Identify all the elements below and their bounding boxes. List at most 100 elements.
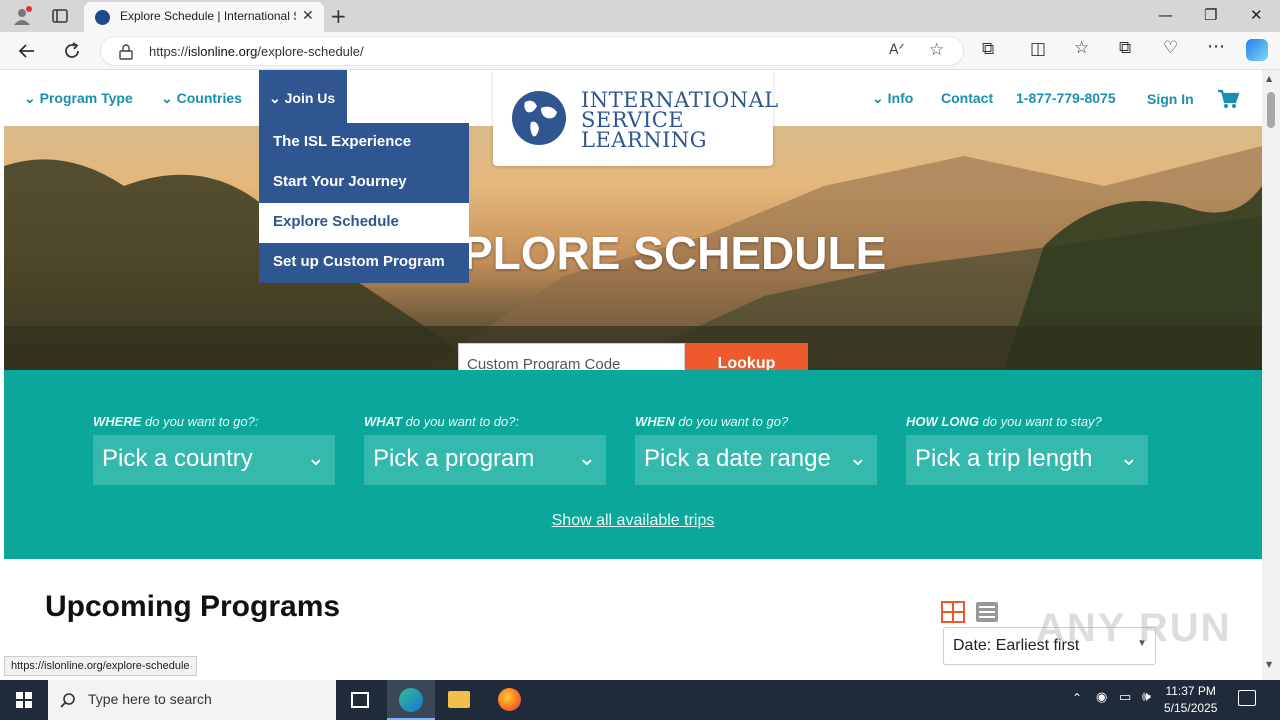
minimize-icon[interactable]: — — [1158, 6, 1173, 24]
close-window-icon[interactable]: ✕ — [1250, 6, 1263, 24]
lock-icon[interactable] — [119, 44, 133, 60]
tab-title: Explore Schedule | International S — [120, 9, 296, 23]
nav-info[interactable]: ⌄ Info — [872, 90, 913, 107]
more-menu-icon[interactable]: ⋯ — [1207, 36, 1225, 57]
extensions-icon[interactable]: ⧉ — [982, 39, 994, 59]
nav-countries[interactable]: ⌄ Countries — [161, 90, 242, 107]
when-label: WHEN do you want to go? — [635, 414, 788, 429]
globe-logo-icon — [512, 91, 566, 145]
nav-program-type[interactable]: ⌄ Program Type — [24, 90, 133, 107]
date-range-select[interactable]: Pick a date range ⌄ — [635, 435, 877, 485]
firefox-icon[interactable] — [485, 680, 533, 720]
chevron-down-icon: ⌄ — [306, 445, 325, 470]
taskbar-clock[interactable]: 11:37 PM 5/15/2025 — [1164, 683, 1217, 717]
taskbar-search-placeholder: Type here to search — [88, 691, 212, 707]
hero-title: PLORE SCHEDULE — [462, 227, 887, 279]
chevron-down-icon: ⌄ — [269, 90, 285, 106]
performance-icon[interactable]: ♡ — [1163, 38, 1178, 58]
browser-tab-active[interactable]: Explore Schedule | International S ✕ — [84, 2, 324, 32]
what-label-bold: WHAT — [364, 414, 403, 429]
dropdown-item-start-journey[interactable]: Start Your Journey — [259, 163, 469, 203]
scrollbar-thumb[interactable] — [1267, 92, 1275, 128]
logo-line-3: LEARNING — [581, 128, 708, 152]
file-explorer-icon[interactable] — [435, 680, 483, 720]
trip-length-select-value: Pick a trip length — [915, 445, 1093, 472]
url-prefix: https:// — [149, 44, 189, 59]
how-long-label-rest: do you want to stay? — [978, 414, 1102, 429]
country-select[interactable]: Pick a country ⌄ — [93, 435, 335, 485]
network-icon[interactable]: ▭ — [1119, 690, 1131, 705]
new-tab-icon[interactable]: + — [330, 4, 347, 28]
task-view-icon[interactable] — [336, 680, 384, 720]
tab-close-icon[interactable]: ✕ — [302, 8, 314, 24]
address-bar-row: https://islonline.org/explore-schedule/ … — [0, 32, 1280, 70]
notifications-icon[interactable] — [1238, 690, 1256, 706]
tab-actions-icon[interactable] — [52, 8, 68, 24]
site-favicon-icon — [95, 10, 110, 25]
tray-overflow-icon[interactable]: ⌃ — [1072, 691, 1082, 705]
scroll-down-icon[interactable]: ▼ — [1266, 660, 1272, 669]
what-label: WHAT do you want to do?: — [364, 414, 519, 429]
clock-time: 11:37 PM — [1165, 684, 1216, 698]
dropdown-item-explore-schedule[interactable]: Explore Schedule — [259, 203, 469, 243]
show-all-trips-link[interactable]: Show all available trips — [4, 512, 1262, 530]
how-long-label: HOW LONG do you want to stay? — [906, 414, 1102, 429]
taskbar-search-input[interactable]: Type here to search — [48, 680, 336, 720]
how-long-label-bold: HOW LONG — [906, 414, 979, 429]
where-label: WHERE do you want to go?: — [93, 414, 258, 429]
chevron-down-icon: ⌄ — [577, 445, 596, 470]
where-label-rest: do you want to go?: — [141, 414, 259, 429]
copilot-icon[interactable] — [1246, 39, 1268, 61]
nav-phone[interactable]: 1-877-779-8075 — [1016, 90, 1116, 106]
read-aloud-icon[interactable]: Aᐟ — [889, 42, 905, 58]
cart-icon[interactable] — [1217, 89, 1239, 109]
web-page: PLORE SCHEDULE ⌄ Program Type ⌄ Countrie… — [4, 70, 1262, 680]
upcoming-programs-heading: Upcoming Programs — [45, 590, 341, 623]
windows-taskbar: Type here to search ⌃ ◉ ▭ 🕪 11:37 PM 5/1… — [0, 680, 1280, 720]
meet-now-icon[interactable]: ◉ — [1096, 690, 1107, 705]
trip-length-select[interactable]: Pick a trip length ⌄ — [906, 435, 1148, 485]
dropdown-item-isl-experience[interactable]: The ISL Experience — [259, 123, 469, 163]
volume-icon[interactable]: 🕪 — [1142, 689, 1151, 705]
restore-icon[interactable]: ❐ — [1204, 6, 1217, 24]
url-path: /explore-schedule/ — [257, 44, 364, 59]
edge-taskbar-icon[interactable] — [387, 680, 435, 720]
program-select-value: Pick a program — [373, 445, 535, 472]
status-bar-url: https://islonline.org/explore-schedule — [4, 656, 197, 676]
nav-contact[interactable]: Contact — [941, 90, 993, 106]
list-view-icon[interactable] — [975, 601, 999, 623]
url-input[interactable]: https://islonline.org/explore-schedule/ … — [100, 36, 964, 66]
date-range-select-value: Pick a date range — [644, 445, 831, 472]
refresh-icon[interactable] — [62, 41, 82, 61]
chevron-down-icon: ⌄ — [1119, 445, 1138, 470]
clock-date: 5/15/2025 — [1164, 701, 1218, 715]
nav-join-us[interactable]: ⌄ Join Us — [259, 70, 347, 126]
country-select-value: Pick a country — [102, 445, 253, 472]
join-us-dropdown: The ISL Experience Start Your Journey Ex… — [259, 123, 469, 283]
page-scrollbar[interactable]: ▲ ▼ — [1262, 70, 1280, 680]
url-host: islonline.org — [188, 44, 258, 59]
program-select[interactable]: Pick a program ⌄ — [364, 435, 606, 485]
what-label-rest: do you want to do?: — [402, 414, 520, 429]
windows-start-icon[interactable] — [0, 680, 48, 720]
when-label-rest: do you want to go? — [674, 414, 789, 429]
dropdown-item-custom-program[interactable]: Set up Custom Program — [259, 243, 469, 283]
grid-view-icon[interactable] — [941, 601, 965, 623]
nav-sign-in[interactable]: Sign In — [1147, 91, 1194, 107]
trip-filters: WHERE do you want to go?: Pick a country… — [4, 370, 1262, 559]
watermark-logo: ANY RUN — [1036, 606, 1232, 650]
nav-program-type-label: Program Type — [39, 90, 133, 106]
favorites-icon[interactable]: ☆ — [1074, 38, 1089, 58]
favorite-star-icon[interactable]: ☆ — [929, 40, 944, 60]
site-logo[interactable]: INTERNATIONAL SERVICE LEARNING — [493, 70, 778, 166]
where-label-bold: WHERE — [93, 414, 142, 429]
nav-join-us-label: Join Us — [284, 90, 336, 106]
back-icon[interactable] — [18, 42, 36, 60]
scroll-up-icon[interactable]: ▲ — [1266, 74, 1272, 83]
nav-info-label: Info — [887, 90, 914, 106]
profile-icon[interactable] — [12, 6, 32, 26]
split-screen-icon[interactable]: ◫ — [1030, 39, 1046, 59]
nav-countries-label: Countries — [176, 90, 242, 106]
collections-icon[interactable]: ⧉ — [1119, 38, 1131, 58]
browser-tab-bar: Explore Schedule | International S ✕ + —… — [0, 0, 1280, 32]
